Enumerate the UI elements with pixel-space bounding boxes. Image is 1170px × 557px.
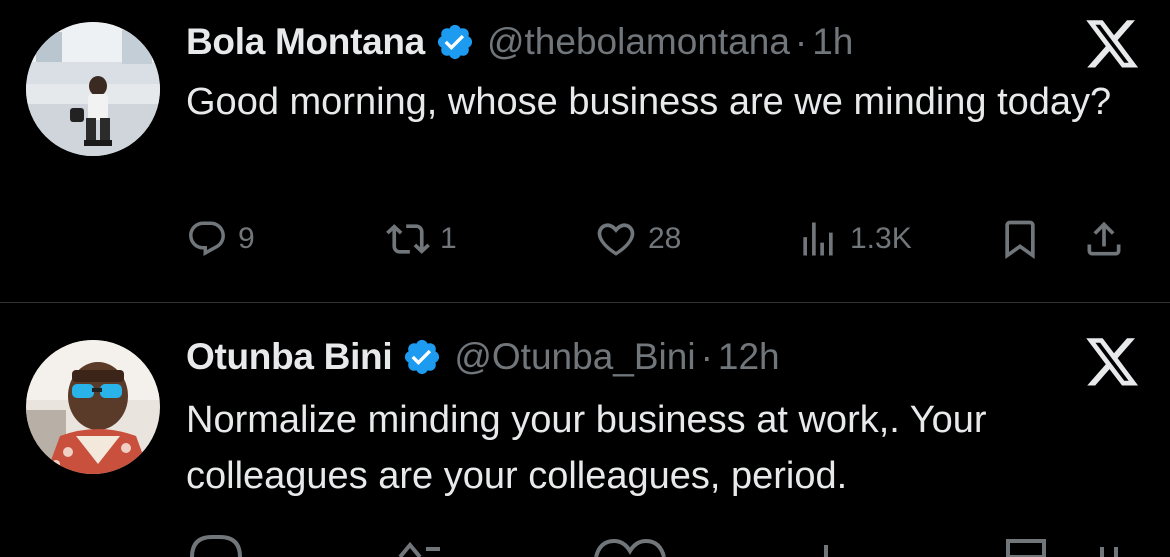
retweet-count: 1 [440, 222, 457, 255]
verified-badge-icon[interactable] [402, 337, 442, 377]
tweet-header: Otunba Bini @Otunba_Bini · 12h [186, 332, 780, 382]
like-button[interactable]: 28 [594, 215, 681, 263]
verified-badge-icon[interactable] [435, 22, 475, 62]
action-bar-partial [190, 535, 1118, 557]
views-button[interactable]: 1.3K [796, 215, 912, 263]
avatar[interactable] [26, 340, 160, 474]
tweet-text: Normalize minding your business at work,… [186, 399, 987, 497]
action-bar [186, 527, 1146, 557]
avatar[interactable] [26, 22, 160, 156]
action-bar: 9 1 28 1.3K [186, 215, 1146, 263]
author-handle[interactable]: @Otunba_Bini [454, 336, 695, 378]
separator-dot: · [794, 21, 808, 62]
timestamp[interactable]: 12h [718, 336, 780, 378]
avatar-photo [26, 22, 160, 156]
like-count: 28 [648, 222, 682, 255]
retweet-button[interactable]: 1 [386, 215, 457, 263]
tweet-text: Good morning, whose business are we mind… [186, 81, 1112, 123]
share-button[interactable] [1082, 215, 1126, 263]
x-logo-icon [1086, 338, 1140, 388]
separator-dot: · [700, 336, 713, 377]
reply-button[interactable]: 9 [186, 215, 255, 263]
retweet-icon [386, 217, 430, 261]
author-name[interactable]: Otunba Bini [186, 336, 393, 378]
tweet[interactable]: Bola Montana @thebolamontana · 1h Good m… [0, 0, 1170, 302]
like-icon [594, 217, 638, 261]
author-name[interactable]: Bola Montana [186, 21, 425, 63]
author-handle[interactable]: @thebolamontana [487, 21, 790, 63]
reply-icon [186, 218, 228, 260]
avatar-photo [26, 340, 160, 474]
bookmark-icon [998, 217, 1042, 261]
views-icon [796, 217, 840, 261]
timestamp[interactable]: 1h [812, 21, 853, 63]
x-logo-icon [1086, 20, 1140, 70]
reply-count: 9 [238, 222, 255, 255]
bookmark-button[interactable] [998, 215, 1042, 263]
tweet-header: Bola Montana @thebolamontana · 1h [186, 17, 853, 67]
share-icon [1082, 217, 1126, 261]
tweet[interactable]: Otunba Bini @Otunba_Bini · 12h Normalize… [0, 303, 1170, 557]
views-count: 1.3K [850, 222, 912, 255]
